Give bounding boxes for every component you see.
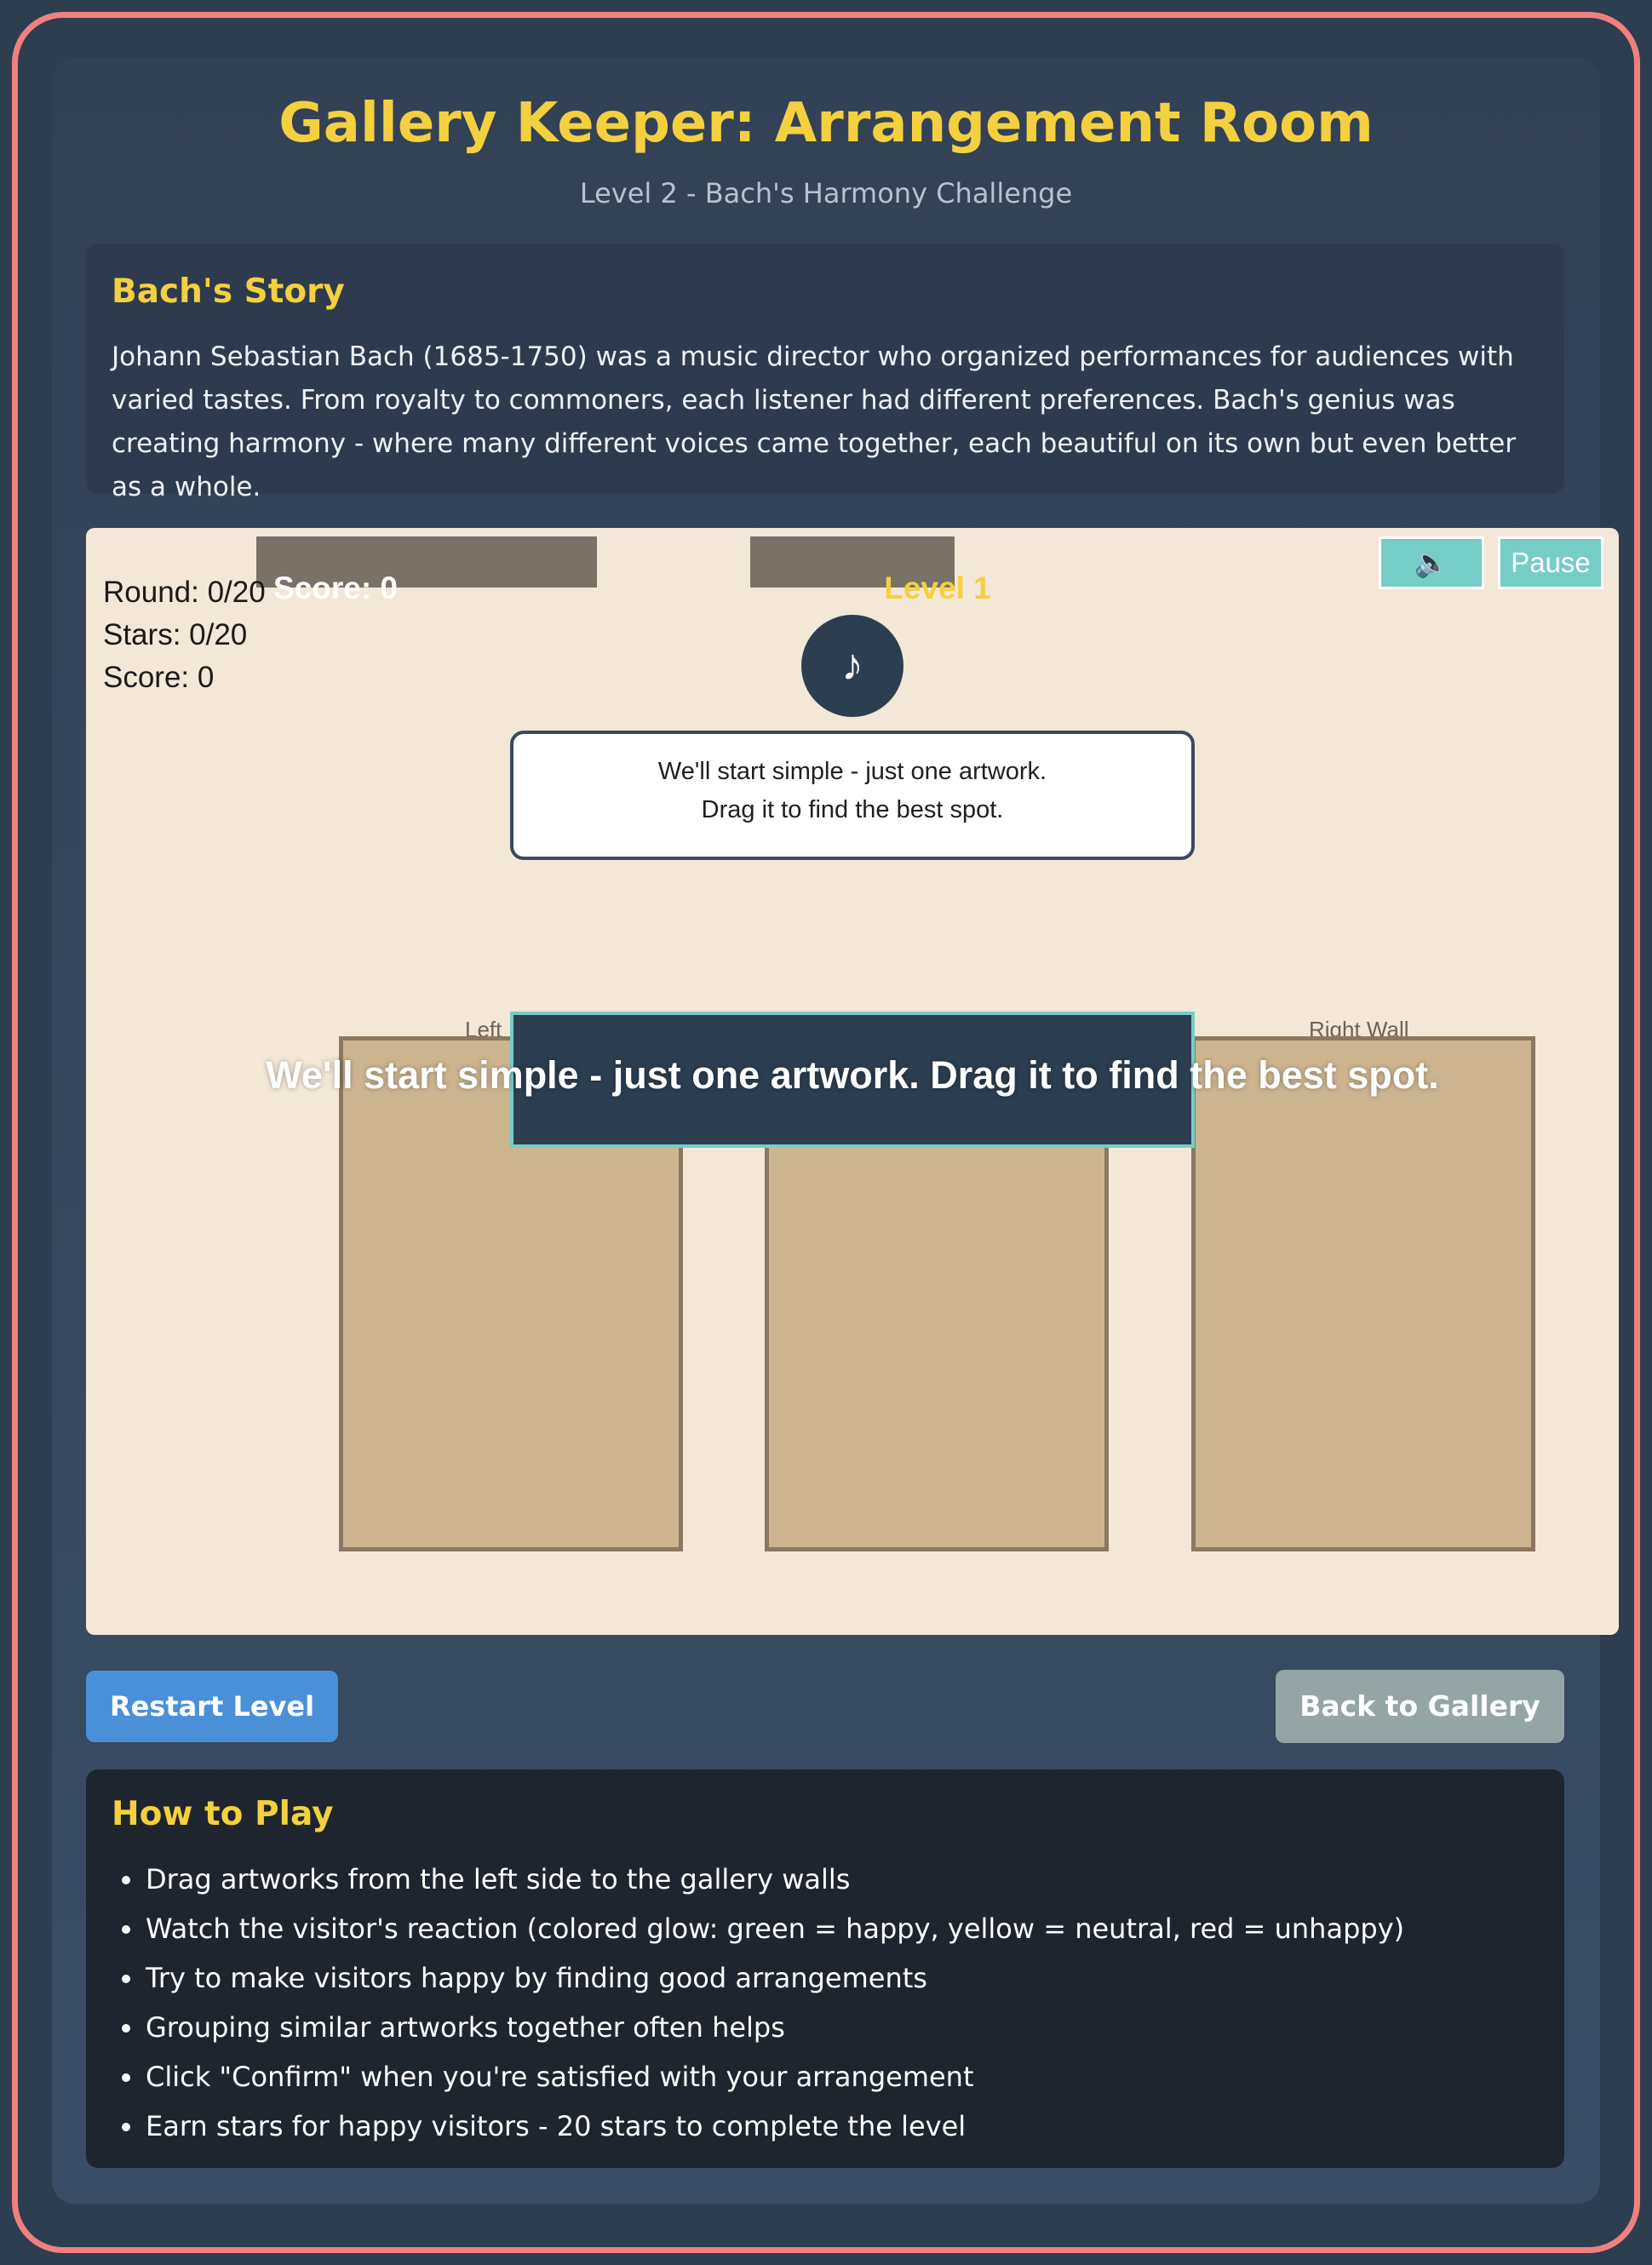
list-item-text: Drag artworks from the left side to the … [146,1863,851,1895]
list-item-text: Click "Confirm" when you're satisfied wi… [146,2061,974,2093]
back-to-gallery-button[interactable]: Back to Gallery [1276,1670,1564,1743]
instruction-banner: We'll start simple - just one artwork. D… [266,1053,1439,1097]
list-item: Drag artworks from the left side to the … [112,1855,1404,1904]
speech-line-1: We'll start simple - just one artwork. [657,758,1047,785]
speaker-icon: 🔈 [1414,547,1449,578]
score-overlay: Score: 0 [273,571,399,605]
stars-counter: Stars: 0/20 [103,618,248,651]
list-item-text: Earn stars for happy visitors - 20 stars… [146,2110,967,2142]
page-title: Gallery Keeper: Arrangement Room [278,92,1374,155]
game-canvas[interactable]: Round: 0/20 Stars: 0/20 Score: 0 Score: … [86,528,1619,1635]
page-subtitle: Level 2 - Bach's Harmony Challenge [579,177,1073,209]
score-counter: Score: 0 [103,661,215,694]
right-wall-dropzone[interactable] [1191,1036,1535,1551]
story-heading: Bach's Story [112,272,345,311]
list-item: Try to make visitors happy by finding go… [112,1953,1404,2003]
list-item: Earn stars for happy visitors - 20 stars… [112,2102,1404,2151]
speech-bubble: We'll start simple - just one artwork. D… [510,731,1195,860]
instructions-list: Drag artworks from the left side to the … [112,1855,1404,2151]
sound-toggle-button[interactable]: 🔈 [1379,536,1484,589]
round-counter: Round: 0/20 [103,576,266,609]
bullet-icon [122,2073,130,2082]
list-item: Grouping similar artworks together often… [112,2003,1404,2052]
pause-button[interactable]: Pause [1498,536,1603,589]
speech-line-2: Drag it to find the best spot. [701,796,1004,823]
story-text: Johann Sebastian Bach (1685-1750) was a … [112,341,1517,502]
story-panel: Bach's Story Johann Sebastian Bach (1685… [86,244,1564,502]
list-item: Click "Confirm" when you're satisfied wi… [112,2052,1404,2102]
list-item-text: Watch the visitor's reaction (colored gl… [146,1912,1405,1945]
how-to-play-panel: How to Play Drag artworks from the left … [86,1769,1564,2168]
bullet-icon [122,2123,130,2131]
bullet-icon [122,2024,130,2033]
bullet-icon [122,1876,130,1884]
list-item: Watch the visitor's reaction (colored gl… [112,1904,1404,1953]
bullet-icon [122,1925,130,1934]
restart-level-button[interactable]: Restart Level [86,1671,338,1742]
bullet-icon [122,1975,130,1983]
list-item-text: Grouping similar artworks together often… [146,2011,785,2044]
level-indicator: Level 1 [884,571,991,605]
how-to-play-heading: How to Play [112,1795,334,1833]
music-note-icon: ♪ [801,615,903,717]
list-item-text: Try to make visitors happy by finding go… [146,1962,927,1994]
